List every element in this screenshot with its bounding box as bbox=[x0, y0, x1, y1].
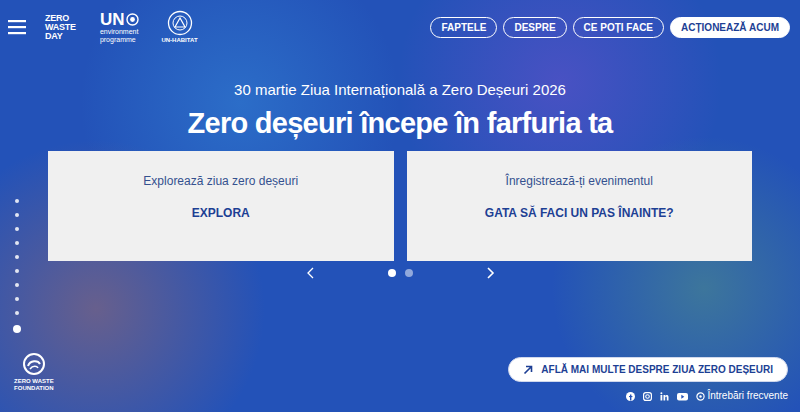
faq-link[interactable]: Întrebări frecvente bbox=[696, 390, 788, 402]
foundation-swirl-icon bbox=[22, 352, 46, 376]
nav-button[interactable]: ACȚIONEAZĂ ACUM bbox=[670, 17, 790, 38]
card-row: Explorează ziua zero deșeuri EXPLORA Înreg… bbox=[0, 151, 800, 261]
social-row: Întrebări frecvente bbox=[626, 390, 788, 402]
nav-button[interactable]: DESPRE bbox=[503, 17, 566, 38]
un-emblem-icon bbox=[126, 13, 139, 26]
nav-button[interactable]: CE POȚI FACE bbox=[573, 17, 664, 38]
nav-button[interactable]: FAPTELE bbox=[430, 17, 497, 38]
section-dot[interactable] bbox=[15, 227, 19, 231]
card-action[interactable]: GATA SĂ FACI UN PAS ÎNAINTE? bbox=[485, 205, 674, 221]
card-caption: Explorează ziua zero deșeuri bbox=[143, 173, 298, 189]
youtube-icon[interactable] bbox=[677, 392, 688, 401]
logo-line: DAY bbox=[45, 32, 76, 41]
footer-right: AFLĂ MAI MULTE DESPRE ZIUA ZERO DEȘEURI Î… bbox=[508, 357, 788, 402]
menu-icon[interactable] bbox=[8, 19, 26, 35]
un-habitat-label: UN-HABITAT bbox=[161, 37, 197, 44]
carousel-controls bbox=[306, 265, 495, 281]
section-dot[interactable] bbox=[15, 213, 19, 217]
section-dot[interactable] bbox=[15, 269, 19, 273]
carousel-dots bbox=[388, 269, 413, 277]
foundation-line: ZERO WASTE bbox=[14, 378, 54, 385]
faq-label: Întrebări frecvente bbox=[707, 390, 788, 402]
card[interactable]: Explorează ziua zero deșeuri EXPLORA bbox=[48, 151, 394, 261]
card[interactable]: Înregistrează-ți evenimentul GATA SĂ FACI… bbox=[407, 151, 753, 261]
section-dot[interactable] bbox=[15, 311, 19, 315]
learn-more-button[interactable]: AFLĂ MAI MULTE DESPRE ZIUA ZERO DEȘEURI bbox=[508, 357, 788, 382]
hero: 30 martie Ziua Internațională a Zero Deș… bbox=[0, 54, 800, 281]
section-nav bbox=[13, 199, 21, 333]
logo-line: WASTE bbox=[45, 23, 76, 32]
section-dot[interactable] bbox=[15, 241, 19, 245]
card-action[interactable]: EXPLORA bbox=[192, 205, 250, 221]
carousel-dot[interactable] bbox=[388, 269, 396, 277]
chevron-left-icon[interactable] bbox=[306, 267, 316, 279]
carousel-dot[interactable] bbox=[405, 269, 413, 277]
zero-waste-foundation-logo[interactable]: ZERO WASTEFOUNDATION bbox=[14, 352, 54, 392]
footer: ZERO WASTEFOUNDATION AFLĂ MAI MULTE DESPR… bbox=[0, 352, 800, 412]
foundation-line: FOUNDATION bbox=[14, 385, 54, 392]
unep-line: environment bbox=[100, 28, 140, 36]
section-dot[interactable] bbox=[15, 283, 19, 287]
logo-line: ZERO bbox=[45, 14, 76, 23]
hero-title: Zero deșeuri începe în farfuria ta bbox=[188, 106, 613, 140]
unep-mark-text: UN bbox=[100, 11, 125, 28]
chat-icon bbox=[696, 392, 705, 401]
linkedin-icon[interactable] bbox=[660, 392, 669, 401]
zero-waste-day-logo[interactable]: ZEROWASTEDAY bbox=[45, 14, 76, 41]
section-dot[interactable] bbox=[15, 199, 19, 203]
header-left: ZEROWASTEDAY UNenvironmentprogramme UN-HAB… bbox=[8, 10, 198, 44]
section-dot[interactable] bbox=[13, 325, 21, 333]
unep-mark: UN bbox=[100, 11, 140, 28]
section-dot[interactable] bbox=[15, 255, 19, 259]
hero-subtitle: 30 martie Ziua Internațională a Zero Deș… bbox=[234, 80, 566, 100]
unep-line: programme bbox=[100, 36, 140, 44]
chevron-right-icon[interactable] bbox=[485, 267, 495, 279]
section-dot[interactable] bbox=[15, 297, 19, 301]
learn-more-label: AFLĂ MAI MULTE DESPRE ZIUA ZERO DEȘEURI bbox=[541, 363, 773, 376]
page: ZEROWASTEDAY UNenvironmentprogramme UN-HAB… bbox=[0, 0, 800, 412]
main-nav: FAPTELE DESPRE CE POȚI FACE ACȚIONEAZĂ ACUM bbox=[430, 17, 790, 38]
header: ZEROWASTEDAY UNenvironmentprogramme UN-HAB… bbox=[0, 0, 800, 54]
arrow-up-right-icon bbox=[523, 365, 533, 375]
unep-logo[interactable]: UNenvironmentprogramme bbox=[100, 11, 140, 44]
instagram-icon[interactable] bbox=[643, 392, 652, 401]
card-caption: Înregistrează-ți evenimentul bbox=[506, 173, 653, 189]
un-habitat-emblem-icon bbox=[167, 10, 193, 36]
un-habitat-logo[interactable]: UN-HABITAT bbox=[161, 10, 197, 44]
facebook-icon[interactable] bbox=[626, 392, 635, 401]
